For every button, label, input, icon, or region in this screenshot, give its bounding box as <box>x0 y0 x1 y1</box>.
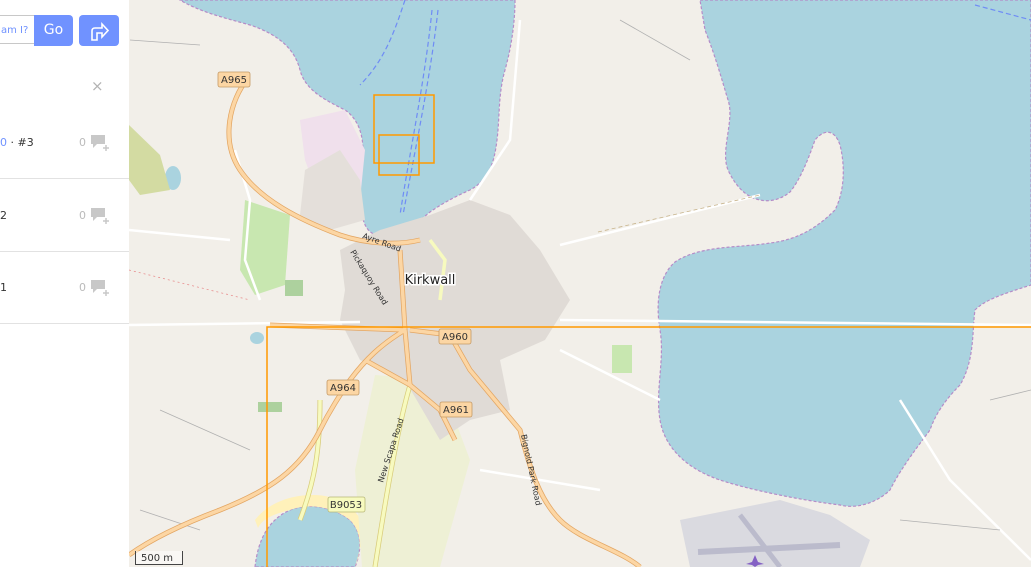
road-shield-label: A960 <box>442 332 468 343</box>
comment-icon <box>91 208 109 224</box>
list-item-suffix: 2 <box>0 209 7 222</box>
list-item-link[interactable]: 0 <box>0 136 7 149</box>
road-shield-b9053: B9053 <box>327 496 366 513</box>
comment-count: 0 <box>79 209 86 222</box>
road-shield-a965: A965 <box>217 71 251 88</box>
road-shield-label: A961 <box>443 405 469 416</box>
close-icon[interactable]: × <box>91 77 104 95</box>
list-item[interactable]: 0 · #3 0 <box>0 106 129 179</box>
road-shield-label: A965 <box>221 75 247 86</box>
town-label: Kirkwall <box>405 273 456 288</box>
road-shield-label: A964 <box>330 383 356 394</box>
road-shield-label: B9053 <box>330 500 362 511</box>
app-root: A965 A960 A964 A961 B9053 Ayre Road Pick… <box>0 0 1031 567</box>
comment-count: 0 <box>79 136 86 149</box>
comment-icon <box>91 135 109 151</box>
list-item-ref: 1 <box>0 281 7 294</box>
road-shield-a961: A961 <box>439 401 473 418</box>
directions-button[interactable] <box>79 15 119 46</box>
list-item[interactable]: 1 0 <box>0 251 129 324</box>
go-button[interactable]: Go <box>34 15 73 46</box>
road-shield-a964: A964 <box>326 379 360 396</box>
green-patch <box>612 345 632 373</box>
comment-icon <box>91 280 109 296</box>
scale-bar: 500 m <box>135 551 183 565</box>
directions-icon <box>91 21 109 41</box>
park <box>240 200 290 295</box>
list-item-suffix: · #3 <box>7 136 34 149</box>
list-item-suffix: 1 <box>0 281 7 294</box>
pond <box>250 332 264 344</box>
list-item[interactable]: 2 0 <box>0 179 129 252</box>
list-item-ref: 2 <box>0 209 7 222</box>
map-canvas[interactable]: A965 A960 A964 A961 B9053 Ayre Road Pick… <box>0 0 1031 567</box>
search-input[interactable]: am I? <box>0 15 34 44</box>
comment-count: 0 <box>79 281 86 294</box>
road-shield-a960: A960 <box>438 328 472 345</box>
green-patch <box>285 280 303 296</box>
green-patch <box>258 402 282 412</box>
sidebar: am I? Go × 0 · #3 0 2 0 1 0 <box>0 0 129 567</box>
list-item-ref: 0 · #3 <box>0 136 34 149</box>
